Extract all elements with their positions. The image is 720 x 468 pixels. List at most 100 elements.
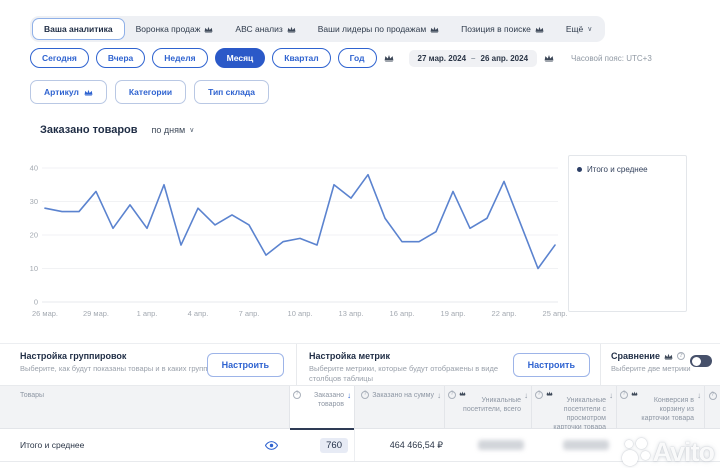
filter-row: Артикул Категории Тип склада (30, 80, 269, 104)
legend-item-total-average[interactable]: Итого и среднее (577, 165, 678, 174)
chevron-down-icon: ∨ (189, 126, 194, 134)
column-label: Уникальные посетители с просмотром карто… (553, 397, 606, 431)
column-header-partial[interactable]: ? (705, 386, 720, 428)
column-label: Уникальные посетители, всего (463, 397, 521, 413)
blurred-value (563, 440, 609, 450)
column-label: Заказано товаров (304, 391, 344, 409)
svg-text:10 апр.: 10 апр. (288, 309, 313, 318)
comparison-toggle[interactable] (690, 355, 712, 367)
totals-ordered-items-cell: 760 (290, 429, 355, 461)
sort-icon[interactable]: ↓ (697, 391, 701, 401)
svg-text:13 апр.: 13 апр. (339, 309, 364, 318)
settings-band: Настройка группировок Выберите, как буду… (0, 343, 720, 385)
analytics-dashboard: Ваша аналитика Воронка продаж АВС анализ… (0, 0, 720, 468)
period-week-button[interactable]: Неделя (152, 48, 207, 68)
crown-icon (84, 89, 93, 96)
column-header-cart-conversion[interactable]: ? Конверсия в корзину из карточки товара… (617, 386, 705, 428)
svg-text:25 апр.: 25 апр. (543, 309, 568, 318)
chevron-down-icon: ∨ (587, 25, 592, 33)
period-today-button[interactable]: Сегодня (30, 48, 89, 68)
metrics-subtitle: Выберите метрики, которые будут отображе… (309, 364, 504, 384)
granularity-value: по дням (152, 125, 186, 135)
svg-text:0: 0 (34, 298, 38, 307)
totals-ordered-sum-cell: 464 466,54 ₽ (355, 440, 445, 451)
crown-icon (535, 26, 544, 33)
column-header-ordered-sum[interactable]: ? Заказано на сумму ↓ (355, 386, 445, 428)
column-label: Товары (20, 391, 44, 400)
tab-label: Позиция в поиске (461, 24, 531, 34)
column-header-ordered-items[interactable]: ? Заказано товаров ↓ (290, 386, 355, 428)
metrics-configure-button[interactable]: Настроить (513, 353, 590, 377)
filter-categories-button[interactable]: Категории (115, 80, 186, 104)
blurred-value (478, 440, 524, 450)
help-icon[interactable]: ? (448, 391, 456, 399)
period-year-button[interactable]: Год (338, 48, 377, 68)
svg-text:20: 20 (30, 231, 38, 240)
column-header-unique-visitors-card[interactable]: ? Уникальные посетители с просмотром кар… (532, 386, 617, 428)
sort-desc-icon[interactable]: ↓ (347, 391, 351, 401)
filter-article-button[interactable]: Артикул (30, 80, 107, 104)
help-icon[interactable]: ? (620, 391, 628, 399)
date-separator: – (471, 54, 475, 63)
svg-text:22 апр.: 22 апр. (492, 309, 517, 318)
sort-icon[interactable]: ↓ (524, 391, 528, 401)
help-icon[interactable]: ? (293, 391, 301, 399)
tab-sales-funnel[interactable]: Воронка продаж (125, 19, 225, 39)
line-chart: 01020304026 мар.29 мар.1 апр.4 апр.7 апр… (0, 148, 720, 333)
tabs-strip: Ваша аналитика Воронка продаж АВС анализ… (30, 16, 605, 42)
totals-hidden-value-cell (532, 440, 617, 450)
column-label: Заказано на сумму (372, 391, 434, 400)
column-label: Конверсия в корзину из карточки товара (641, 397, 694, 422)
grouping-configure-button[interactable]: Настроить (207, 353, 284, 377)
svg-text:16 апр.: 16 апр. (390, 309, 415, 318)
crown-icon (546, 391, 606, 396)
svg-text:1 апр.: 1 апр. (137, 309, 158, 318)
table-row-totals[interactable]: Итого и среднее 760 464 466,54 ₽ (0, 429, 720, 462)
tab-search-position[interactable]: Позиция в поиске (450, 19, 555, 39)
date-range-picker[interactable]: 27 мар. 2024 – 26 апр. 2024 (409, 50, 538, 67)
svg-text:10: 10 (30, 264, 38, 273)
chart-title: Заказано товаров (40, 124, 138, 136)
tab-your-analytics[interactable]: Ваша аналитика (32, 18, 125, 40)
crown-icon (287, 26, 296, 33)
sort-icon[interactable]: ↓ (609, 391, 613, 401)
table-header: Товары ? Заказано товаров ↓ ? Заказано н… (0, 385, 720, 429)
totals-label: Итого и среднее (20, 440, 84, 450)
tab-label: АВС анализ (235, 24, 282, 34)
tab-abc-analysis[interactable]: АВС анализ (224, 19, 306, 39)
tab-sales-leaders[interactable]: Ваши лидеры по продажам (307, 19, 450, 39)
period-month-button[interactable]: Месяц (215, 48, 266, 68)
totals-label-cell: Итого и среднее (0, 440, 290, 450)
granularity-dropdown[interactable]: по дням ∨ (152, 125, 195, 135)
help-icon[interactable]: ? (709, 392, 717, 400)
toggle-knob (692, 357, 701, 366)
chart-legend: Итого и среднее (568, 155, 687, 312)
comparison-title-text: Сравнение (611, 351, 660, 361)
svg-text:7 апр.: 7 апр. (239, 309, 260, 318)
period-selector-row: Сегодня Вчера Неделя Месяц Квартал Год 2… (30, 48, 652, 68)
sort-icon[interactable]: ↓ (437, 391, 441, 401)
svg-text:29 мар.: 29 мар. (83, 309, 109, 318)
crown-icon (544, 54, 554, 62)
legend-label: Итого и среднее (587, 165, 648, 174)
tab-more[interactable]: Ещё∨ (555, 19, 604, 39)
filter-warehouse-type-button[interactable]: Тип склада (194, 80, 269, 104)
period-yesterday-button[interactable]: Вчера (96, 48, 145, 68)
filter-label: Тип склада (208, 87, 255, 97)
crown-icon (204, 26, 213, 33)
help-icon[interactable]: ? (535, 391, 543, 399)
grouping-settings: Настройка группировок Выберите, как буду… (0, 344, 296, 385)
column-header-products[interactable]: Товары (0, 386, 290, 428)
period-quarter-button[interactable]: Квартал (272, 48, 330, 68)
top-tab-bar: Ваша аналитика Воронка продаж АВС анализ… (30, 16, 605, 42)
crown-icon (384, 54, 394, 62)
eye-icon[interactable] (265, 441, 278, 450)
timezone-label: Часовой пояс: UTC+3 (571, 54, 652, 63)
help-icon[interactable]: ? (361, 391, 369, 399)
column-header-unique-visitors-total[interactable]: ? Уникальные посетители, всего ↓ (445, 386, 532, 428)
svg-text:30: 30 (30, 197, 38, 206)
help-icon[interactable]: ? (677, 352, 685, 360)
crown-icon (459, 391, 521, 396)
crown-icon (631, 391, 694, 396)
tab-label: Ваша аналитика (44, 24, 113, 34)
